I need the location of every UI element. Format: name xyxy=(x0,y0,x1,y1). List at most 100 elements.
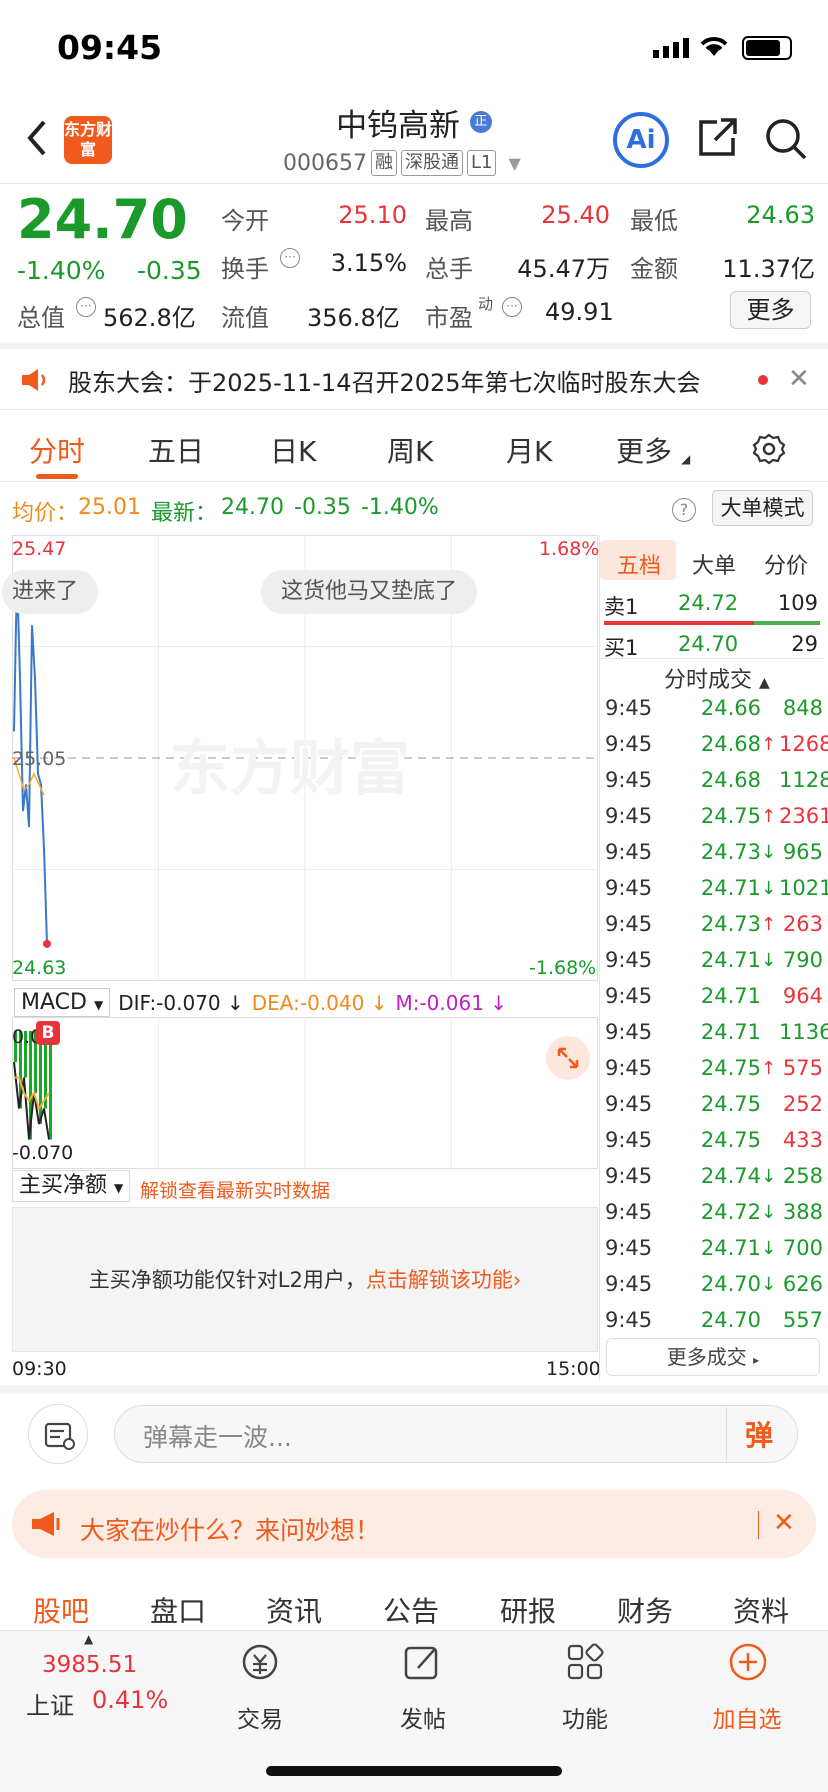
tab-profile[interactable]: 资料 xyxy=(733,1590,789,1630)
unlock-link[interactable]: 点击解锁该功能 xyxy=(366,1268,513,1292)
current-price: 24.70 xyxy=(17,188,188,251)
trade-price: 24.75 xyxy=(700,804,761,828)
latest-label: 最新： xyxy=(151,501,218,526)
share-icon[interactable] xyxy=(695,116,739,164)
big-order-mode-button[interactable]: 大单模式 xyxy=(712,490,813,526)
tab-forum[interactable]: 股吧 xyxy=(33,1590,89,1630)
ai-button[interactable]: Ai xyxy=(613,112,669,168)
info-icon[interactable]: ··· xyxy=(76,297,96,317)
tab-five-day[interactable]: 五日 xyxy=(148,430,204,470)
trade-time: 9:45 xyxy=(605,1236,653,1260)
close-icon[interactable]: ✕ xyxy=(788,364,810,394)
danmu-bubble: 进来了 xyxy=(2,570,99,614)
divider xyxy=(0,343,828,349)
latest-change: -0.35 xyxy=(294,495,351,520)
more-trades-button[interactable]: 更多成交 ▸ xyxy=(606,1338,820,1376)
turnover-value: 3.15% xyxy=(330,249,407,277)
tab-intraday[interactable]: 分时 xyxy=(29,430,85,470)
tab-order-book[interactable]: 五档 xyxy=(617,548,661,580)
info-icon[interactable]: ··· xyxy=(502,297,522,317)
pct-min-label: -1.68% xyxy=(529,957,597,979)
trade-row: 9:45 24.75 ↑ 575 xyxy=(605,1050,823,1086)
trade-time: 9:45 xyxy=(605,732,653,756)
main-net-selector[interactable]: 主买净额 ▼ xyxy=(12,1170,131,1202)
latest-point xyxy=(43,939,51,948)
low-value: 24.63 xyxy=(746,201,815,229)
tab-announcement[interactable]: 公告 xyxy=(383,1590,439,1630)
volume-label: 总手 xyxy=(425,255,473,283)
trade-time: 9:45 xyxy=(605,1092,653,1116)
danmu-settings-icon[interactable] xyxy=(28,1404,88,1464)
trade-volume: 848 xyxy=(782,696,823,720)
trade-row: 9:45 24.72 ↓ 388 xyxy=(605,1194,823,1230)
trade-time: 9:45 xyxy=(605,1056,653,1080)
trade-volume: 263 xyxy=(782,912,823,936)
trade-volume: 965 xyxy=(782,840,823,864)
trade-volume: 1268 xyxy=(779,732,828,756)
close-icon[interactable]: ✕ xyxy=(773,1508,795,1538)
index-value[interactable]: 3985.51 xyxy=(42,1652,137,1678)
high-value: 25.40 xyxy=(541,201,610,229)
trade-row: 9:45 24.71 ↓ 700 xyxy=(605,1230,823,1266)
tab-daily-k[interactable]: 日K xyxy=(270,430,316,470)
trade-icon[interactable] xyxy=(238,1640,282,1688)
change-amount: -0.35 xyxy=(137,256,202,285)
megaphone-icon xyxy=(30,1510,64,1542)
trade-time: 9:45 xyxy=(605,948,653,972)
function-label[interactable]: 功能 xyxy=(535,1700,635,1734)
tab-news[interactable]: 资讯 xyxy=(266,1590,322,1630)
info-icon[interactable]: ··· xyxy=(280,248,300,268)
trade-arrow: ↓ xyxy=(761,841,777,863)
tab-handicap[interactable]: 盘口 xyxy=(150,1590,206,1630)
notice-dot xyxy=(758,375,768,385)
danmu-send-icon[interactable]: 弹 xyxy=(745,1414,773,1454)
macd-dea: DEA:-0.040 ↓ xyxy=(251,990,388,1015)
trade-arrow: ↓ xyxy=(761,1201,777,1223)
tab-monthly-k[interactable]: 月K xyxy=(506,430,552,470)
unlock-hint[interactable]: 解锁查看最新实时数据 xyxy=(140,1176,330,1203)
trade-label[interactable]: 交易 xyxy=(210,1700,310,1734)
tab-weekly-k[interactable]: 周K xyxy=(387,430,433,470)
post-icon[interactable] xyxy=(400,1640,444,1688)
trade-price: 24.71 xyxy=(700,1020,761,1044)
tag-margin: 融 xyxy=(370,150,397,176)
divider xyxy=(726,1407,727,1461)
status-time: 09:45 xyxy=(57,28,163,67)
add-watchlist-icon[interactable] xyxy=(726,1640,770,1688)
caret-down-icon[interactable]: ▼ xyxy=(508,154,520,173)
trade-time: 9:45 xyxy=(605,912,653,936)
trade-price: 24.73 xyxy=(700,840,761,864)
pct-max-label: 1.68% xyxy=(539,538,600,560)
high-label: 最高 xyxy=(425,207,473,235)
lock-text: 主买净额功能仅针对L2用户， xyxy=(88,1268,366,1292)
help-icon[interactable]: ? xyxy=(672,498,696,522)
macd-bottom-label: -0.070 xyxy=(12,1142,74,1164)
macd-selector[interactable]: MACD ▼ xyxy=(14,988,111,1017)
stock-subinfo: 000657 融 深股通 L1 ▼ xyxy=(283,150,521,176)
x-start-label: 09:30 xyxy=(12,1358,67,1380)
trade-row: 9:45 24.75 252 xyxy=(605,1086,823,1122)
expand-icon[interactable] xyxy=(546,1036,590,1080)
notice-text[interactable]: 股东大会：于2025-11-14召开2025年第七次临时股东大会 xyxy=(68,363,743,398)
trade-row: 9:45 24.71 ↓ 790 xyxy=(605,942,823,978)
danmu-bubble: 这货他马又垫底了 xyxy=(261,570,478,614)
macd-canvas xyxy=(13,1017,452,1169)
settings-icon[interactable] xyxy=(752,432,786,470)
function-icon[interactable] xyxy=(563,1640,607,1688)
macd-dif: DIF:-0.070 ↓ xyxy=(118,990,244,1015)
main-net-label: 主买净额 xyxy=(19,1173,108,1198)
tab-finance[interactable]: 财务 xyxy=(617,1590,673,1630)
search-icon[interactable] xyxy=(763,116,809,166)
tab-more[interactable]: 更多 xyxy=(616,430,672,470)
pe-label: 市盈 xyxy=(425,304,473,332)
post-label[interactable]: 发帖 xyxy=(373,1700,473,1734)
trade-arrow: ↓ xyxy=(761,1165,777,1187)
caret-up-icon[interactable]: ▲ xyxy=(84,1632,93,1646)
buy1-price: 24.70 xyxy=(678,632,739,656)
tab-big-orders[interactable]: 大单 xyxy=(692,548,736,580)
add-watchlist-label[interactable]: 加自选 xyxy=(697,1700,797,1734)
tab-price-dist[interactable]: 分价 xyxy=(764,548,808,580)
more-button[interactable]: 更多 xyxy=(730,291,811,329)
tab-research[interactable]: 研报 xyxy=(500,1590,556,1630)
trade-volume: 626 xyxy=(782,1272,823,1296)
